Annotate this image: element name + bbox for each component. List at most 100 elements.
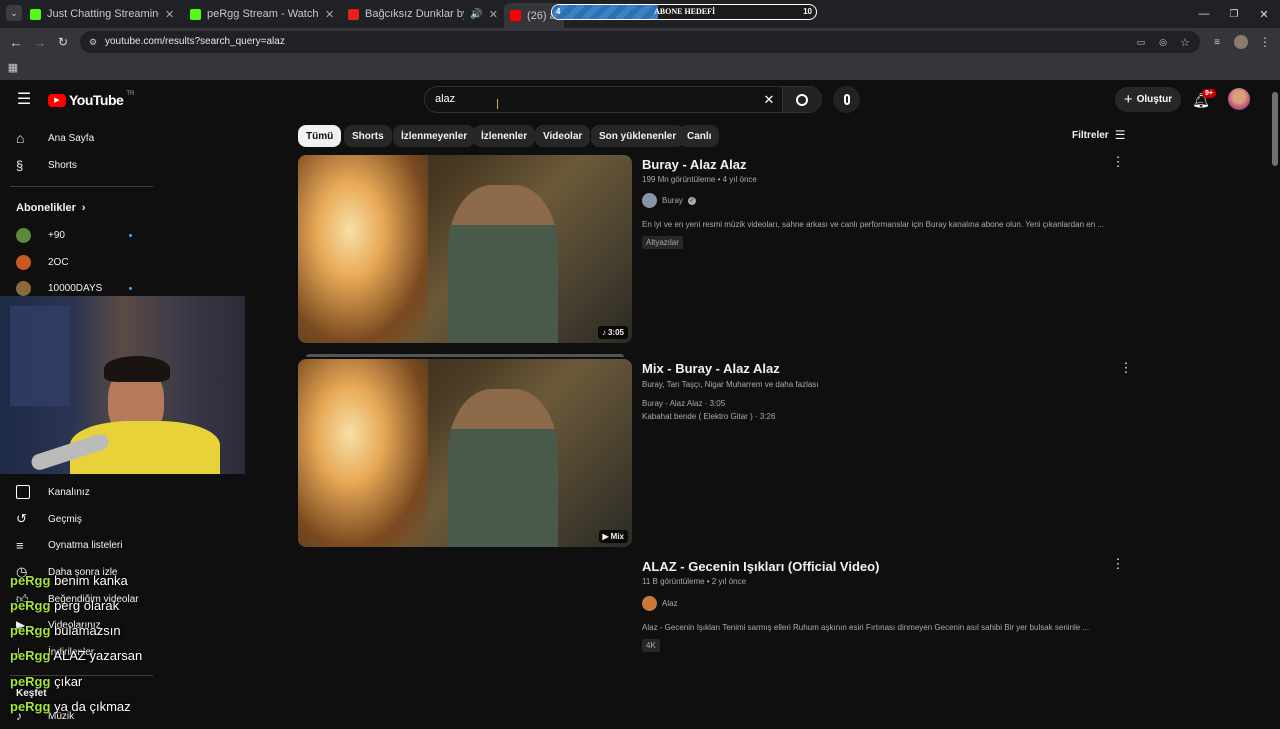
video-title[interactable]: Mix - Buray - Alaz Alaz: [642, 361, 780, 376]
chat-text: çıkar: [54, 674, 83, 689]
channel-row[interactable]: Buray ✓: [642, 193, 696, 208]
chip-videos[interactable]: Videolar: [535, 125, 591, 147]
back-icon[interactable]: ←: [8, 34, 24, 50]
minimize-icon[interactable]: —: [1196, 6, 1212, 22]
chip-live[interactable]: Canlı: [679, 125, 720, 147]
chat-username: peRgg: [10, 623, 51, 638]
kick-favicon-icon: [30, 8, 41, 20]
eye-slash-icon[interactable]: ◎: [1156, 35, 1170, 49]
more-actions-icon[interactable]: ⋮: [1118, 360, 1134, 376]
tab-1[interactable]: Just Chatting Streaming - Live S ✕: [30, 3, 180, 25]
reading-list-icon[interactable]: ≡: [1210, 35, 1224, 49]
mix-track-line[interactable]: Buray - Alaz Alaz · 3:05: [642, 399, 725, 408]
video-meta: 199 Mn görüntüleme • 4 yıl önce: [642, 175, 757, 184]
sidebar-item-history[interactable]: ↺ Geçmiş: [0, 506, 150, 532]
apps-grid-icon[interactable]: ▦: [6, 60, 20, 74]
speaker-icon[interactable]: 🔊: [470, 9, 482, 20]
reload-icon[interactable]: ↻: [55, 34, 71, 50]
tab-2-title: peRgg Stream - Watch Live on: [207, 8, 319, 20]
chat-message: peRgg ALAZ yazarsan: [10, 648, 142, 663]
mix-text: Mix: [610, 532, 624, 541]
tab-2[interactable]: peRgg Stream - Watch Live on ✕: [190, 3, 340, 25]
account-avatar[interactable]: [1228, 88, 1250, 110]
create-button[interactable]: + Oluştur: [1115, 87, 1181, 112]
sidebar-sub-item[interactable]: 2OC: [0, 249, 150, 275]
chat-message: peRgg çıkar: [10, 674, 82, 689]
filters-label: Filtreler: [1072, 129, 1109, 141]
chat-text: bulamazsın: [54, 623, 121, 638]
mix-track-line[interactable]: Kabahat bende ( Elektro Gitar ) · 3:26: [642, 412, 775, 421]
channel-avatar: [16, 254, 31, 270]
chip-watched[interactable]: İzlenenler: [473, 125, 536, 147]
scrollbar-thumb[interactable]: [1272, 92, 1278, 166]
video-title[interactable]: Buray - Alaz Alaz: [642, 157, 747, 172]
install-app-icon[interactable]: ▭: [1134, 35, 1148, 49]
explore-header: Keşfet: [16, 688, 47, 699]
sidebar-sub-item[interactable]: +90: [0, 222, 150, 248]
goal-progress-fill: [552, 5, 658, 19]
close-icon[interactable]: ✕: [165, 8, 174, 21]
notifications-button[interactable]: 🔔︎ 9+: [1192, 89, 1216, 109]
voice-search-button[interactable]: [833, 86, 860, 113]
home-icon: ⌂: [16, 130, 25, 146]
video-title[interactable]: ALAZ - Gecenin Işıkları (Official Video): [642, 559, 879, 574]
sidebar-item-playlists[interactable]: ≡ Oynatma listeleri: [0, 532, 150, 558]
site-info-icon[interactable]: ⚙: [86, 35, 100, 49]
chip-recently-uploaded[interactable]: Son yüklenenler: [591, 125, 685, 147]
goal-label: ABONE HEDEFİ: [654, 7, 716, 16]
close-icon[interactable]: ✕: [489, 8, 498, 21]
sidebar-item-home[interactable]: ⌂ Ana Sayfa: [0, 125, 150, 151]
url-bar[interactable]: ⚙ youtube.com/results?search_query=alaz …: [80, 31, 1200, 53]
youtube-favicon-icon: [348, 8, 359, 20]
microphone-icon: [843, 94, 850, 105]
restore-icon[interactable]: ❐: [1226, 6, 1242, 22]
youtube-favicon-icon: [510, 10, 521, 21]
search-input[interactable]: alaz: [435, 93, 455, 105]
playlist-icon: ≡: [16, 537, 24, 553]
text-cursor: [497, 99, 498, 109]
youtube-logo[interactable]: ▶ YouTube TR: [48, 91, 134, 109]
sidebar-item-your-channel[interactable]: Kanalınız: [0, 479, 150, 505]
search-box[interactable]: alaz ✕: [424, 86, 784, 113]
channel-row[interactable]: Alaz: [642, 596, 678, 611]
hamburger-menu-icon[interactable]: ☰: [14, 90, 34, 108]
chip-all[interactable]: Tümü: [298, 125, 342, 147]
captions-badge: Altyazılar: [642, 236, 683, 249]
filters-button[interactable]: Filtreler ☰: [1072, 128, 1125, 142]
mix-artists: Buray, Tan Taşçı, Nigar Muharrem ve daha…: [642, 380, 819, 389]
forward-icon[interactable]: →: [32, 34, 48, 50]
verified-check-icon: ✓: [687, 196, 696, 205]
chip-shorts[interactable]: Shorts: [344, 125, 392, 147]
chat-text: ALAZ yazarsan: [53, 648, 143, 663]
close-window-icon[interactable]: ✕: [1256, 6, 1272, 22]
tab-search-button[interactable]: ⌄: [6, 5, 22, 21]
profile-avatar[interactable]: [1234, 35, 1248, 49]
new-content-dot: [129, 234, 132, 237]
mix-stack-edge: [306, 354, 624, 357]
more-actions-icon[interactable]: ⋮: [1110, 556, 1126, 572]
chat-username: peRgg: [10, 573, 51, 588]
close-icon[interactable]: ✕: [325, 8, 334, 21]
fire-glow: [298, 359, 428, 547]
sidebar-divider: [10, 186, 153, 187]
subscriptions-header[interactable]: Abonelikler ›: [16, 202, 86, 214]
sidebar-item-shorts[interactable]: § Shorts: [0, 152, 150, 178]
search-button[interactable]: [782, 86, 822, 113]
chip-unwatched[interactable]: İzlenmeyenler: [393, 125, 476, 147]
chat-text: benim kanka: [54, 573, 128, 588]
subscriptions-title: Abonelikler: [16, 202, 76, 214]
chat-message: peRgg ya da çıkmaz: [10, 699, 131, 714]
shorts-icon: §: [16, 157, 24, 173]
video-thumbnail[interactable]: ♪ 3:05: [298, 155, 632, 343]
video-thumbnail[interactable]: ▶︎ Mix: [298, 359, 632, 547]
clear-search-icon[interactable]: ✕: [761, 92, 777, 108]
chat-username: peRgg: [10, 598, 51, 613]
video-description: Alaz - Gecenin Işıkları Tenimi sarmış el…: [642, 623, 1090, 632]
browser-menu-icon[interactable]: ⋮: [1258, 35, 1272, 49]
bookmark-star-icon[interactable]: ☆: [1178, 35, 1192, 49]
more-actions-icon[interactable]: ⋮: [1110, 154, 1126, 170]
subscriber-goal-widget: 4 ABONE HEDEFİ 10: [551, 4, 817, 20]
tab-3[interactable]: Bağcıksız Dunklar by peRg 🔊 ✕: [348, 3, 498, 25]
scrollbar-track[interactable]: [1270, 80, 1280, 720]
video-meta: 11 B görüntüleme • 2 yıl önce: [642, 577, 747, 586]
